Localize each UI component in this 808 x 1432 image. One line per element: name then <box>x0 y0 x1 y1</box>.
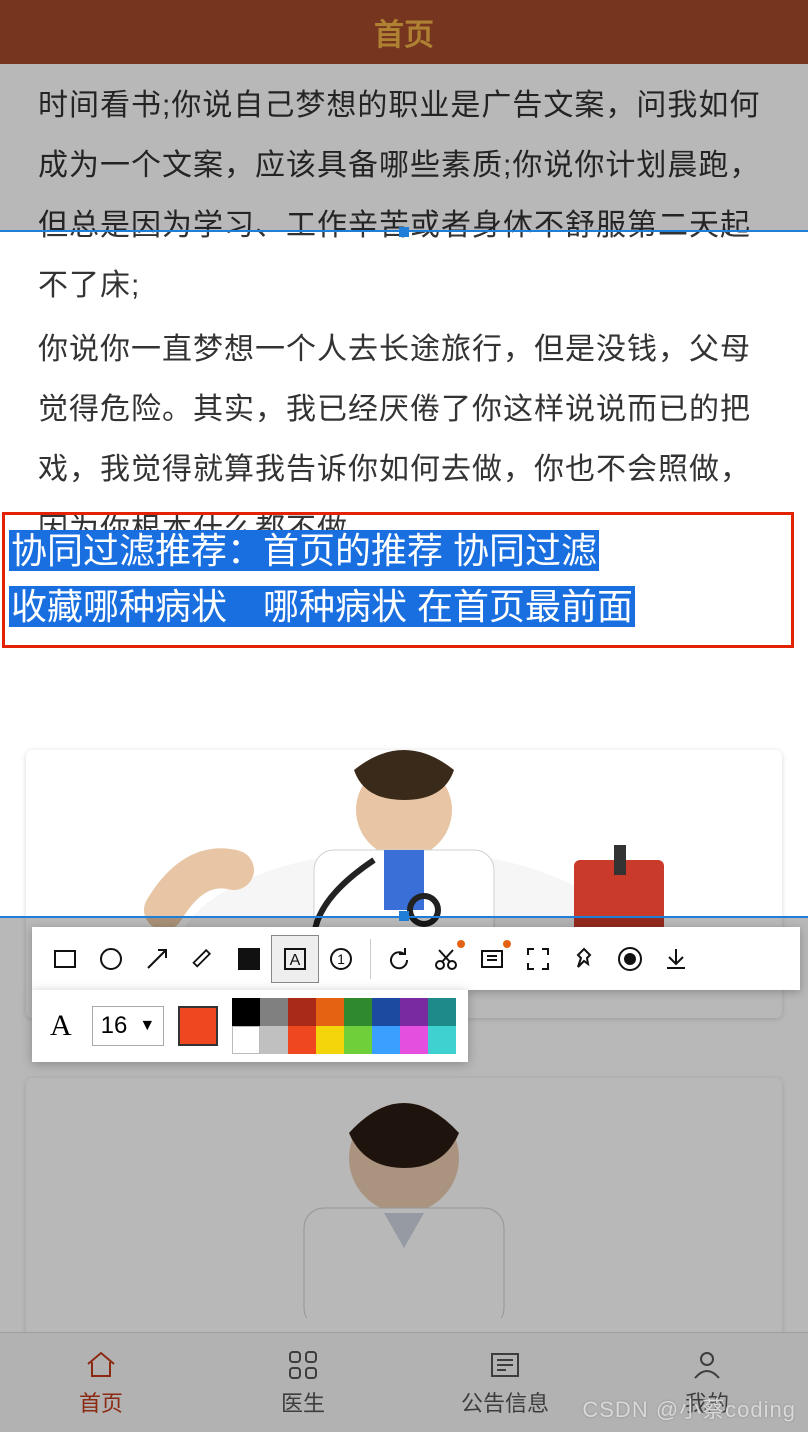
font-size-select[interactable]: 16 ▼ <box>92 1006 165 1046</box>
counter-tool[interactable]: 1 <box>318 936 364 982</box>
news-icon <box>488 1348 522 1382</box>
grid-icon <box>286 1348 320 1382</box>
undo-tool[interactable] <box>377 936 423 982</box>
home-icon <box>84 1348 118 1382</box>
ellipse-tool[interactable] <box>88 936 134 982</box>
toolbar-separator <box>370 939 371 979</box>
nav-notice[interactable]: 公告信息 <box>404 1333 606 1432</box>
app-header: 首页 <box>0 0 808 64</box>
text-format-popup: A 16 ▼ <box>32 990 468 1062</box>
pencil-tool[interactable] <box>180 936 226 982</box>
current-color-swatch[interactable] <box>178 1006 218 1046</box>
doctor-image <box>26 1078 782 1318</box>
color-swatch[interactable] <box>372 1026 400 1054</box>
svg-text:A: A <box>290 952 301 969</box>
user-icon <box>690 1348 724 1382</box>
pin-tool[interactable] <box>561 936 607 982</box>
color-swatch[interactable] <box>260 998 288 1026</box>
nav-doctor[interactable]: 医生 <box>202 1333 404 1432</box>
save-tool[interactable] <box>653 936 699 982</box>
font-style-button[interactable]: A <box>44 1009 78 1043</box>
rectangle-tool[interactable] <box>42 936 88 982</box>
color-swatch[interactable] <box>428 998 456 1026</box>
color-swatch[interactable] <box>344 998 372 1026</box>
chevron-down-icon: ▼ <box>139 1017 155 1035</box>
color-swatch[interactable] <box>428 1026 456 1054</box>
color-swatch[interactable] <box>400 998 428 1026</box>
color-swatch[interactable] <box>372 998 400 1026</box>
fullscreen-tool[interactable] <box>515 936 561 982</box>
color-swatches <box>232 998 456 1054</box>
screenshot-toolbar: A 1 <box>32 927 800 990</box>
color-swatch[interactable] <box>344 1026 372 1054</box>
cut-tool[interactable] <box>423 936 469 982</box>
text-tool[interactable]: A <box>272 936 318 982</box>
nav-label: 公告信息 <box>461 1386 549 1418</box>
annotation-text-line2[interactable]: 收藏哪种病状 哪种病状 在首页最前面 <box>9 586 635 627</box>
color-swatch[interactable] <box>316 998 344 1026</box>
nav-home[interactable]: 首页 <box>0 1333 202 1432</box>
mosaic-tool[interactable] <box>226 936 272 982</box>
color-swatch[interactable] <box>260 1026 288 1054</box>
svg-text:1: 1 <box>337 951 345 967</box>
color-swatch[interactable] <box>232 998 260 1026</box>
color-swatch[interactable] <box>288 1026 316 1054</box>
ocr-tool[interactable] <box>469 936 515 982</box>
nav-label: 医生 <box>281 1386 325 1418</box>
article-paragraph-2: 你说你一直梦想一个人去长途旅行，但是没钱，父母觉得危险。其实，我已经厌倦了你这样… <box>38 320 770 560</box>
article-paragraph-1: 时间看书;你说自己梦想的职业是广告文案，问我如何成为一个文案，应该具备哪些素质;… <box>38 76 770 316</box>
color-swatch[interactable] <box>316 1026 344 1054</box>
font-size-value: 16 <box>101 1012 128 1040</box>
record-tool[interactable] <box>607 936 653 982</box>
watermark: CSDN @小蔡coding <box>582 1392 796 1424</box>
page-title: 首页 <box>374 10 434 54</box>
article-body: 时间看书;你说自己梦想的职业是广告文案，问我如何成为一个文案，应该具备哪些素质;… <box>0 64 808 590</box>
color-swatch[interactable] <box>288 998 316 1026</box>
color-swatch[interactable] <box>400 1026 428 1054</box>
color-swatch[interactable] <box>232 1026 260 1054</box>
arrow-tool[interactable] <box>134 936 180 982</box>
nav-label: 首页 <box>79 1386 123 1418</box>
